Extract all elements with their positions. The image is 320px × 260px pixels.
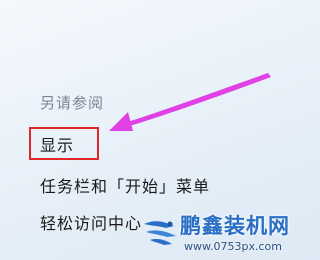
watermark-url: www.0753px.com <box>184 240 282 253</box>
watermark: 鹏鑫装机网 www.0753px.com <box>140 206 300 258</box>
watermark-logo-icon <box>144 221 176 245</box>
watermark-title: 鹏鑫装机网 <box>180 214 290 238</box>
see-also-panel: 另请参阅 显示 任务栏和「开始」菜单 轻松访问中心 鹏鑫装机网 www.0753… <box>0 0 304 260</box>
